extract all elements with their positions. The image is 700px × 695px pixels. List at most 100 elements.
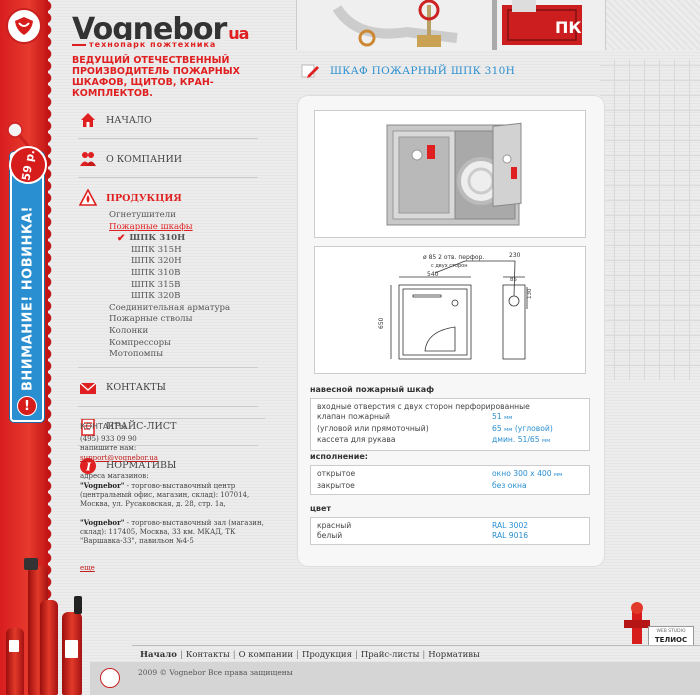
footer-link-products[interactable]: Продукция <box>302 650 352 660</box>
spec-execution-title: исполнение: <box>310 452 368 461</box>
nav-item-home[interactable]: НАЧАЛО <box>78 108 258 132</box>
svg-text:ПК: ПК <box>555 18 581 37</box>
unit-mm: мм <box>504 426 513 433</box>
submenu-cabinet-item[interactable]: ШПК 310В <box>109 268 258 280</box>
edit-document-icon <box>301 64 319 78</box>
page: 59 р. ВНИМАНИЕ! НОВИНКА! ! Vognebor ua те… <box>0 0 700 695</box>
page-title: ШКАФ ПОЖАРНЫЙ ШПК 310Н <box>330 65 516 77</box>
technical-drawing: ø 85 2 отв. перфор. с двух сторон 540 65… <box>378 252 533 360</box>
fire-warning-icon <box>78 188 98 208</box>
spec-open-value: окно 300 х 400 мм <box>492 469 583 481</box>
submenu-motor-pumps[interactable]: Мотопомпы <box>109 349 258 361</box>
unit-mm: мм <box>542 438 551 445</box>
drawing-perforation-sides: с двух сторон <box>431 263 467 269</box>
logo-emblem[interactable] <box>6 8 42 44</box>
spec-color-title: цвет <box>310 504 332 513</box>
drawing-85: 85 <box>510 277 517 283</box>
page-heading: ШКАФ ПОЖАРНЫЙ ШПК 310Н <box>300 63 515 79</box>
nav-label-products: ПРОДУКЦИЯ <box>106 192 182 204</box>
blueprint-background <box>600 60 700 380</box>
footer-nav: Начало | Контакты | О компании | Продукция | Пра… <box>140 650 480 660</box>
submenu-cabinet-item[interactable]: ШПК 320Н <box>109 256 258 268</box>
spec-color-box: красный RAL 3002 белый RAL 9016 <box>310 517 590 545</box>
nav-item-contacts[interactable]: КОНТАКТЫ <box>78 376 258 400</box>
contacts-email-link[interactable]: support@vognebor.ua <box>80 454 158 462</box>
envelope-icon <box>78 378 98 398</box>
submenu-compressors[interactable]: Компрессоры <box>109 338 258 350</box>
drawing-depth: 230 <box>509 252 521 259</box>
shield-logo-icon <box>15 17 33 35</box>
spec-mount-title: навесной пожарный шкаф <box>310 385 435 394</box>
brand-tld: ua <box>228 24 249 43</box>
more-addresses-link[interactable]: еще <box>80 564 95 573</box>
contacts-block: КОНТАКТЫ (495) 933 09 90 напишите нам: s… <box>80 418 265 572</box>
submenu-cabinet-item[interactable]: ШПК 315Н <box>109 245 258 257</box>
product-drawing-frame[interactable]: ø 85 2 отв. перфор. с двух сторон 540 65… <box>314 246 586 374</box>
spec-valve-type-number: 65 <box>492 423 502 433</box>
nav-divider <box>78 138 258 139</box>
spec-valve-value: 51 мм <box>492 412 583 424</box>
nav-label-contacts: КОНТАКТЫ <box>106 382 166 394</box>
spec-white-key: белый <box>317 530 343 540</box>
drawing-perforation-label: ø 85 2 отв. перфор. <box>423 254 484 261</box>
header-photo: ПК <box>296 0 606 50</box>
spec-valve-type-key: (угловой или прямоточный) <box>317 423 429 433</box>
product-photo-frame[interactable] <box>314 110 586 238</box>
submenu-fittings[interactable]: Соединительная арматура <box>109 303 258 315</box>
spec-valve-number: 51 <box>492 411 502 421</box>
home-icon <box>78 110 98 130</box>
footer-link-home[interactable]: Начало <box>140 650 177 660</box>
footer-separator: | <box>179 650 183 660</box>
footer-link-about[interactable]: О компании <box>239 650 293 660</box>
extinguisher <box>40 600 58 695</box>
nav-item-products[interactable]: ПРОДУКЦИЯ <box>64 186 258 210</box>
footer-logo-icon <box>100 668 120 688</box>
web-studio-name: ТЕЛИОС <box>654 636 688 644</box>
new-product-sticker[interactable]: 59 р. ВНИМАНИЕ! НОВИНКА! ! <box>5 142 51 422</box>
copyright: 2009 © Vognebor Все права защищены <box>138 668 293 677</box>
spec-red-key: красный <box>317 521 352 530</box>
submenu-cabinet-item[interactable]: ШПК 320В <box>109 291 258 303</box>
footer-link-pricelists[interactable]: Прайс-листы <box>361 650 420 660</box>
spec-hose-value: дмин. 51/65 мм <box>492 435 583 447</box>
unit-mm: мм <box>554 472 563 478</box>
warning-icon: ! <box>17 396 37 416</box>
extinguisher <box>6 628 24 695</box>
spec-execution-box: открытое окно 300 х 400 мм закрытое без … <box>310 465 590 495</box>
people-icon <box>78 149 98 169</box>
addresses-heading: адреса магазинов: <box>80 471 149 480</box>
extinguisher-label <box>65 640 78 658</box>
spec-valve-type-note: (угловой) <box>514 423 553 433</box>
submenu-current-label: ШПК 310Н <box>129 233 186 244</box>
spec-red-value: RAL 3002 <box>492 521 529 530</box>
fire-cabinet-photo <box>386 122 522 226</box>
spec-white-value: RAL 9016 <box>492 530 529 540</box>
nav-divider <box>78 366 258 368</box>
extinguisher-label <box>9 640 19 652</box>
submenu-extinguishers[interactable]: Огнетушители <box>109 210 258 222</box>
brand-slogan: технопарк пожтехника <box>86 40 220 49</box>
address-1: "Vognebor" - торгово-выставочный центр (… <box>80 481 265 510</box>
drawing-130: 130 <box>527 288 533 299</box>
submenu-current-item[interactable]: ✔ ШПК 310Н <box>109 233 258 245</box>
footer-link-contacts[interactable]: Контакты <box>186 650 230 660</box>
nav-divider <box>78 177 258 178</box>
spec-inlets: входные отверстия с двух сторон перфорир… <box>317 402 530 411</box>
spec-hose-number: дмин. 51/65 <box>492 435 540 445</box>
footer-link-norms[interactable]: Нормативы <box>428 650 480 660</box>
submenu-cabinets[interactable]: Пожарные шкафы <box>109 222 258 234</box>
sticker-text: ВНИМАНИЕ! НОВИНКА! <box>20 206 36 392</box>
spec-mount: навесной пожарный шкаф входные отверстия… <box>310 385 590 452</box>
nav-label-home: НАЧАЛО <box>106 114 152 126</box>
submenu-columns[interactable]: Колонки <box>109 326 258 338</box>
contacts-heading: КОНТАКТЫ <box>80 418 265 431</box>
submenu-nozzles[interactable]: Пожарные стволы <box>109 314 258 326</box>
footer-bar <box>90 662 700 695</box>
address-2-name: "Vognebor" <box>80 517 125 527</box>
web-studio-badge[interactable]: WEB STUDIO ТЕЛИОС <box>648 626 694 646</box>
address-1-name: "Vognebor" <box>80 481 125 491</box>
web-studio-label: WEB STUDIO <box>656 629 686 634</box>
nav-item-about[interactable]: О КОМПАНИИ <box>78 147 258 171</box>
submenu-cabinet-item[interactable]: ШПК 315В <box>109 280 258 292</box>
fire-equipment-photo: ПК <box>297 0 605 50</box>
